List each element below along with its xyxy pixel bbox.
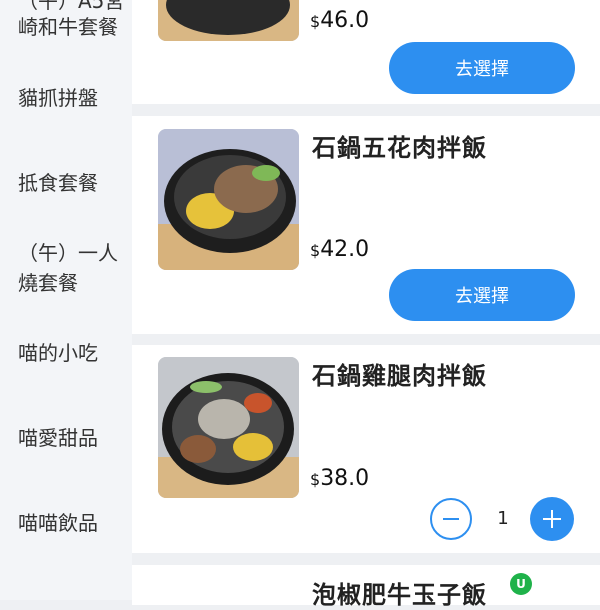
sidebar-item-a5-wagyu-line2[interactable]: 崎和牛套餐 [18,12,128,42]
dish-price: $38.0 [310,466,370,491]
category-sidebar: （午）A5宮 崎和牛套餐 貓抓拼盤 抵食套餐 （午）一人 燒套餐 喵的小吃 喵愛… [0,0,132,600]
dish-price: $46.0 [310,8,370,33]
promo-badge-icon: U [510,573,532,595]
choose-button[interactable]: 去選擇 [389,269,575,321]
sidebar-item-value-set[interactable]: 抵食套餐 [18,168,128,198]
sidebar-item-desserts[interactable]: 喵愛甜品 [18,423,128,453]
menu-item-card: 石鍋五花肉拌飯 $42.0 去選擇 [132,116,600,334]
menu-item-card: 石鍋雞腿肉拌飯 $38.0 1 [132,345,600,553]
dish-image[interactable] [158,0,299,41]
dish-price: $42.0 [310,237,370,262]
menu-list: $46.0 去選擇 石鍋五花肉拌飯 $42.0 去選擇 石鍋雞腿肉拌飯 $38.… [132,0,600,609]
sidebar-item-cat-platter[interactable]: 貓抓拼盤 [18,83,128,113]
plus-icon [543,510,561,528]
decrease-quantity-button[interactable] [430,498,472,540]
dish-image[interactable] [158,129,299,270]
dish-image[interactable] [158,357,299,498]
quantity-value: 1 [497,508,509,529]
increase-quantity-button[interactable] [530,497,574,541]
sidebar-item-solo-grill-line2[interactable]: 燒套餐 [18,268,128,298]
dish-name: 泡椒肥牛玉子飯 [312,581,487,609]
menu-item-card: $46.0 去選擇 [132,0,600,104]
menu-item-card: 泡椒肥牛玉子飯 U [132,565,600,609]
sidebar-item-solo-grill-line1[interactable]: （午）一人 [18,238,128,268]
minus-icon [443,518,459,520]
dish-name: 石鍋雞腿肉拌飯 [312,362,487,390]
dish-name: 石鍋五花肉拌飯 [312,134,487,162]
choose-button[interactable]: 去選擇 [389,42,575,94]
sidebar-item-snacks[interactable]: 喵的小吃 [18,338,128,368]
sidebar-item-drinks[interactable]: 喵喵飲品 [18,508,128,538]
